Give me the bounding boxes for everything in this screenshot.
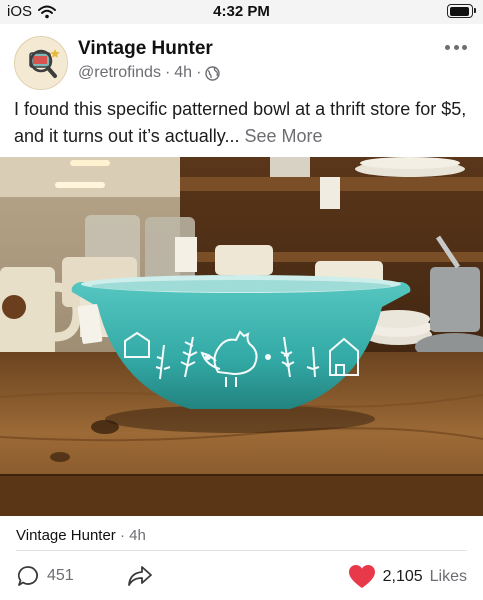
globe-icon <box>205 65 221 81</box>
divider <box>16 550 467 551</box>
magnifier-monitor-icon <box>15 37 67 89</box>
meta-separator: · <box>196 64 202 81</box>
author-handle[interactable]: @retrofinds <box>78 64 161 82</box>
post-header: Vintage Hunter @retrofinds · 4h · <box>0 24 483 94</box>
footer-age: 4h <box>129 527 146 544</box>
author-meta: @retrofinds · 4h · <box>78 64 221 82</box>
meta-separator: · <box>164 64 171 81</box>
comment-icon <box>17 566 38 586</box>
footer-separator: · <box>119 527 130 544</box>
likes-count: 2,105 <box>382 568 423 585</box>
share-icon <box>128 566 152 586</box>
battery-icon <box>447 4 476 18</box>
heart-icon <box>348 565 375 588</box>
post-body: I found this specific patterned bowl at … <box>14 99 467 146</box>
share-button[interactable] <box>127 564 153 593</box>
author-name[interactable]: Vintage Hunter <box>78 38 213 60</box>
post-text: I found this specific patterned bowl at … <box>14 96 474 150</box>
ellipsis-icon <box>445 44 450 50</box>
comment-button[interactable]: 451 <box>16 564 74 588</box>
avatar[interactable] <box>14 36 68 90</box>
footer-author: Vintage Hunter · 4h <box>16 527 146 544</box>
status-time: 4:32 PM <box>213 3 270 20</box>
post-age: 4h <box>174 64 193 81</box>
post-photo[interactable] <box>0 157 483 516</box>
see-more-link[interactable]: See More <box>244 126 322 146</box>
footer-author-name[interactable]: Vintage Hunter <box>16 527 116 544</box>
comments-count: 451 <box>47 567 74 584</box>
likes-label: Likes <box>429 568 467 585</box>
status-bar: iOS 4:32 PM <box>0 0 483 24</box>
more-options-button[interactable] <box>445 42 467 52</box>
action-row: 451 2,105 Likes <box>0 560 483 596</box>
like-button[interactable]: 2,105 Likes <box>348 564 467 590</box>
